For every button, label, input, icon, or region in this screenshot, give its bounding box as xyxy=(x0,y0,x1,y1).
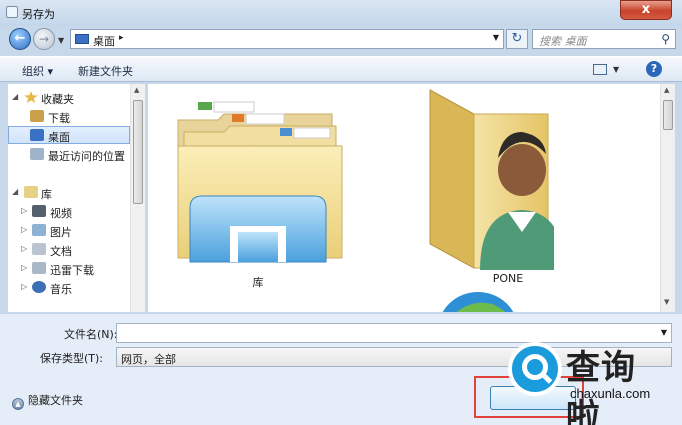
file-list-scrollbar[interactable]: ▲ ▼ xyxy=(660,84,675,312)
help-button[interactable]: ? xyxy=(646,61,662,77)
expand-arrow-icon[interactable]: ▷ xyxy=(21,282,27,291)
tree-item-label: 收藏夹 xyxy=(41,93,74,106)
breadcrumb-chevron-icon[interactable]: ▸ xyxy=(119,33,124,43)
scroll-up-icon[interactable]: ▲ xyxy=(664,86,669,94)
chaxunla-logo-icon xyxy=(508,342,562,396)
tree-item-label: 图片 xyxy=(50,226,72,239)
watermark-url: chaxunla.com xyxy=(570,386,651,401)
filetype-value: 网页，全部 xyxy=(121,353,176,366)
library-item[interactable] xyxy=(176,98,344,268)
library-icon xyxy=(24,186,38,198)
video-icon xyxy=(32,205,46,217)
music-icon xyxy=(32,281,46,293)
scrollbar-thumb[interactable] xyxy=(663,100,673,130)
filetype-label: 保存类型(T): xyxy=(40,352,104,365)
filename-label: 文件名(N): xyxy=(64,328,118,341)
close-icon: x xyxy=(641,2,651,17)
pictures-icon xyxy=(32,224,46,236)
user-folder-icon xyxy=(429,89,564,270)
recent-pages-dropdown[interactable]: ▼ xyxy=(58,36,64,45)
downloads-folder-icon xyxy=(30,110,44,122)
search-icon: ⚲ xyxy=(661,32,670,46)
star-icon xyxy=(24,91,38,103)
tree-item-downloads[interactable]: 下载 xyxy=(8,108,130,126)
scroll-up-icon[interactable]: ▲ xyxy=(134,86,139,94)
tree-item-music[interactable]: ▷ 音乐 xyxy=(8,279,130,297)
search-input[interactable]: 搜索 桌面 ⚲ xyxy=(532,29,676,49)
tree-item-recent-places[interactable]: 最近访问的位置 xyxy=(8,146,130,164)
filename-dropdown-icon[interactable]: ▼ xyxy=(661,328,667,337)
scroll-down-icon[interactable]: ▼ xyxy=(664,298,669,306)
tree-item-label: 最近访问的位置 xyxy=(48,150,125,163)
address-row: ← → ▼ 桌面 ▸ ▼ ↻ 搜索 桌面 ⚲ xyxy=(0,26,682,54)
tree-item-documents[interactable]: ▷ 文档 xyxy=(8,241,130,259)
xunlei-icon xyxy=(32,262,46,274)
user-folder-label[interactable]: PONE xyxy=(448,272,568,285)
expand-arrow-icon[interactable]: ▷ xyxy=(21,225,27,234)
collapse-arrow-icon[interactable]: ◢ xyxy=(12,187,18,196)
tree-item-label: 下载 xyxy=(48,112,70,125)
hide-folders-toggle[interactable]: ▲ 隐藏文件夹 xyxy=(12,392,83,410)
expand-arrow-icon[interactable]: ▷ xyxy=(21,244,27,253)
expand-arrow-icon[interactable]: ▷ xyxy=(21,263,27,272)
watermark-logo: 查询啦 chaxunla.com xyxy=(504,338,670,425)
tree-item-videos[interactable]: ▷ 视频 xyxy=(8,203,130,221)
refresh-icon: ↻ xyxy=(511,31,523,46)
tree-item-label: 桌面 xyxy=(48,131,70,144)
address-bar[interactable]: 桌面 ▸ ▼ xyxy=(70,29,504,49)
tree-item-label: 文档 xyxy=(50,245,72,258)
breadcrumb-desktop[interactable]: 桌面 xyxy=(93,33,115,49)
command-bar: 组织 ▾ 新建文件夹 ▼ ? xyxy=(0,56,682,82)
tree-item-pictures[interactable]: ▷ 图片 xyxy=(8,222,130,240)
tree-item-label: 视频 xyxy=(50,207,72,220)
network-globe-icon xyxy=(442,292,514,312)
expand-arrow-icon[interactable]: ▷ xyxy=(21,206,27,215)
collapse-up-icon: ▲ xyxy=(12,398,24,410)
network-item[interactable] xyxy=(436,290,520,312)
back-button[interactable]: ← xyxy=(9,28,31,50)
view-options-icon[interactable] xyxy=(593,64,607,75)
tree-item-label: 迅雷下载 xyxy=(50,264,94,277)
collapse-arrow-icon[interactable]: ◢ xyxy=(12,92,18,101)
documents-icon xyxy=(32,243,46,255)
organize-button[interactable]: 组织 ▾ xyxy=(22,63,53,79)
tree-item-favorites[interactable]: ◢ 收藏夹 xyxy=(8,89,130,107)
user-folder-item[interactable] xyxy=(424,88,564,270)
title-bar: 另存为 x xyxy=(0,0,682,26)
window-icon xyxy=(6,6,18,18)
forward-button[interactable]: → xyxy=(33,28,55,50)
desktop-icon xyxy=(30,129,44,141)
desktop-icon xyxy=(75,34,89,44)
refresh-button[interactable]: ↻ xyxy=(506,29,528,49)
tree-item-label: 库 xyxy=(41,188,52,201)
address-dropdown-icon[interactable]: ▼ xyxy=(493,33,499,42)
view-dropdown-icon[interactable]: ▼ xyxy=(613,65,619,74)
watermark-cn-text: 查询啦 xyxy=(566,348,636,425)
recent-places-icon xyxy=(30,148,44,160)
search-placeholder: 搜索 桌面 xyxy=(539,35,587,48)
window-title: 另存为 xyxy=(22,8,55,21)
file-list: 库 PONE xyxy=(148,84,660,312)
library-item-label[interactable]: 库 xyxy=(198,274,318,290)
navigation-scrollbar[interactable]: ▲ xyxy=(130,84,145,312)
close-button[interactable]: x xyxy=(620,0,672,20)
hide-folders-label: 隐藏文件夹 xyxy=(28,394,83,407)
library-folder-icon xyxy=(177,101,343,263)
navigation-pane: ◢ 收藏夹 下载 桌面 最近访问的位置 ◢ 库 ▷ 视频 ▷ 图片 ▷ 文档 ▷… xyxy=(8,84,145,312)
tree-item-xunlei-downloads[interactable]: ▷ 迅雷下载 xyxy=(8,260,130,278)
tree-item-label: 音乐 xyxy=(50,283,72,296)
tree-item-libraries[interactable]: ◢ 库 xyxy=(8,184,130,202)
new-folder-button[interactable]: 新建文件夹 xyxy=(78,63,133,79)
scrollbar-thumb[interactable] xyxy=(133,100,143,204)
tree-item-desktop[interactable]: 桌面 xyxy=(8,126,130,144)
